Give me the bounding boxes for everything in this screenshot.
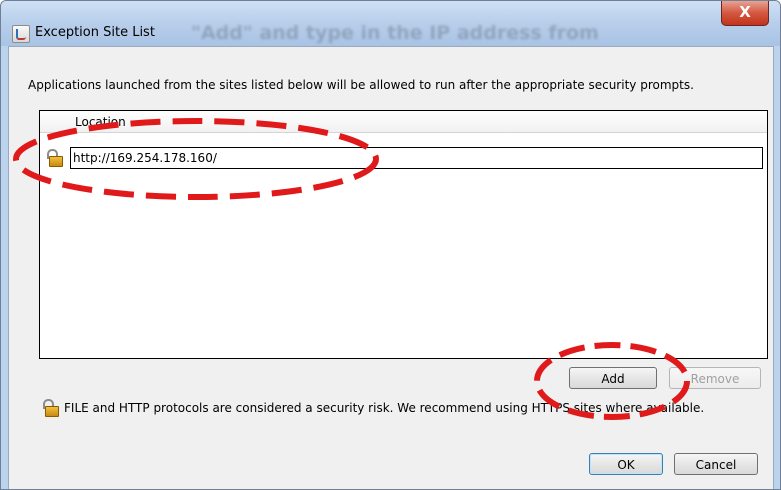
cancel-button[interactable]: Cancel bbox=[674, 453, 758, 475]
add-button[interactable]: Add bbox=[569, 367, 657, 389]
title-bar[interactable]: Exception Site List "Add" and type in th… bbox=[1, 1, 780, 46]
ok-button[interactable]: OK bbox=[589, 453, 663, 475]
background-caption: "Add" and type in the IP address from bbox=[191, 22, 599, 44]
table-header[interactable]: Location bbox=[40, 111, 767, 133]
table-row[interactable]: http://169.254.178.160/ bbox=[40, 147, 767, 169]
exception-site-list-dialog: Exception Site List "Add" and type in th… bbox=[0, 0, 781, 490]
window-title: Exception Site List bbox=[35, 25, 155, 40]
close-button[interactable]: X bbox=[721, 1, 769, 26]
unlocked-padlock-icon bbox=[42, 399, 59, 417]
java-icon bbox=[12, 25, 30, 43]
remove-button[interactable]: Remove bbox=[669, 367, 761, 389]
location-url-field[interactable]: http://169.254.178.160/ bbox=[70, 147, 763, 169]
location-table[interactable]: Location http://169.254.178.160/ bbox=[39, 110, 768, 359]
security-warning-text: FILE and HTTP protocols are considered a… bbox=[64, 401, 705, 415]
unlocked-padlock-icon bbox=[46, 149, 63, 167]
location-column-header[interactable]: Location bbox=[75, 115, 126, 129]
description-text: Applications launched from the sites lis… bbox=[28, 78, 694, 92]
location-url-text: http://169.254.178.160/ bbox=[73, 151, 217, 165]
dialog-content: Applications launched from the sites lis… bbox=[8, 46, 774, 489]
